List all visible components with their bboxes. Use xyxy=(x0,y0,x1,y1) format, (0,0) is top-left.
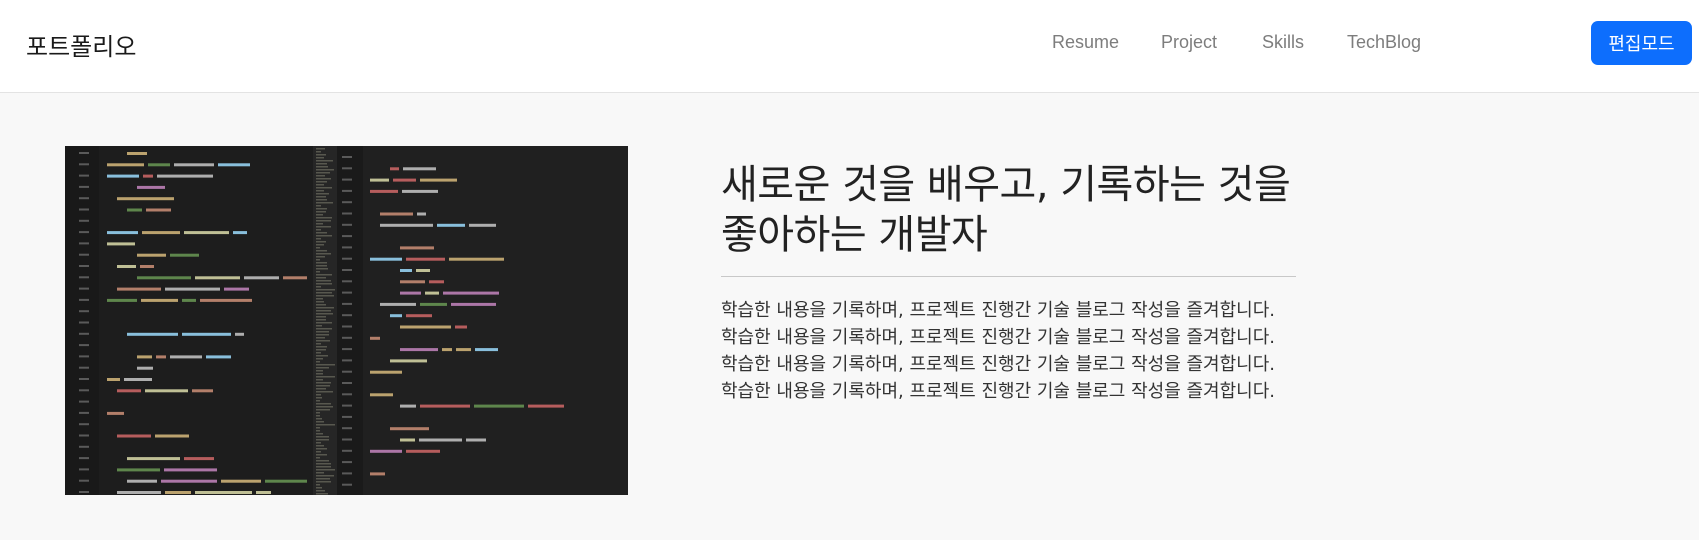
hero-description: 학습한 내용을 기록하며, 프로젝트 진행간 기술 블로그 작성을 즐겨합니다.… xyxy=(721,300,1276,402)
nav-link-resume[interactable]: Resume xyxy=(1052,32,1119,53)
divider xyxy=(721,276,1296,277)
hero-headline: 새로운 것을 배우고, 기록하는 것을 좋아하는 개발자 xyxy=(721,162,1291,258)
edit-mode-button[interactable]: 편집모드 xyxy=(1591,21,1692,65)
code-screenshot-image xyxy=(65,146,628,495)
hero-text: 새로운 것을 배우고, 기록하는 것을 좋아하는 개발자 학습한 내용을 기록하… xyxy=(721,160,1296,405)
navbar: 포트폴리오 Resume Project Skills TechBlog 편집모… xyxy=(0,0,1699,93)
brand-logo[interactable]: 포트폴리오 xyxy=(26,27,136,62)
nav-link-techblog[interactable]: TechBlog xyxy=(1347,32,1421,53)
nav-link-project[interactable]: Project xyxy=(1161,32,1217,53)
nav-link-skills[interactable]: Skills xyxy=(1262,32,1304,53)
